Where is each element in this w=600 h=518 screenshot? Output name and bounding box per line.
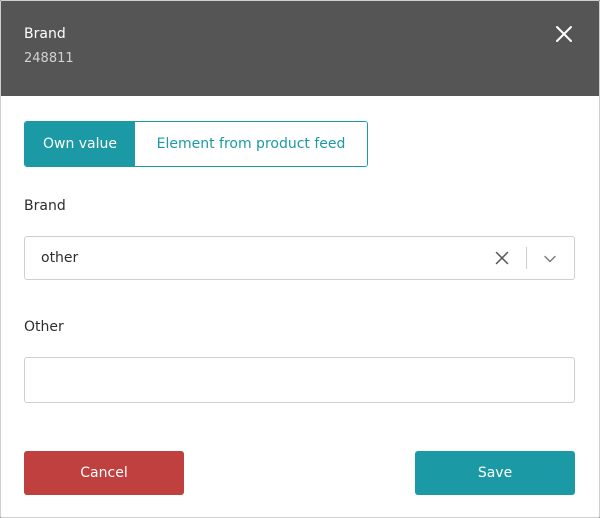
toggle-element-from-feed[interactable]: Element from product feed (135, 122, 367, 166)
select-divider (526, 247, 527, 269)
brand-label: Brand (24, 198, 66, 214)
dialog: Brand 248811 Own value Element from prod… (0, 0, 600, 518)
source-toggle: Own value Element from product feed (24, 121, 368, 167)
chevron-down-icon[interactable] (543, 251, 557, 265)
other-input[interactable] (24, 357, 575, 403)
close-button[interactable] (553, 23, 575, 45)
dialog-subtitle: 248811 (24, 51, 74, 66)
toggle-own-value[interactable]: Own value (25, 122, 135, 166)
other-label: Other (24, 319, 64, 335)
brand-select-value: other (41, 250, 79, 266)
brand-select[interactable]: other (24, 236, 575, 280)
save-button[interactable]: Save (415, 451, 575, 495)
clear-icon[interactable] (494, 250, 510, 266)
dialog-header: Brand 248811 (1, 1, 599, 96)
dialog-title: Brand (24, 26, 66, 42)
cancel-button[interactable]: Cancel (24, 451, 184, 495)
close-icon (556, 26, 572, 42)
